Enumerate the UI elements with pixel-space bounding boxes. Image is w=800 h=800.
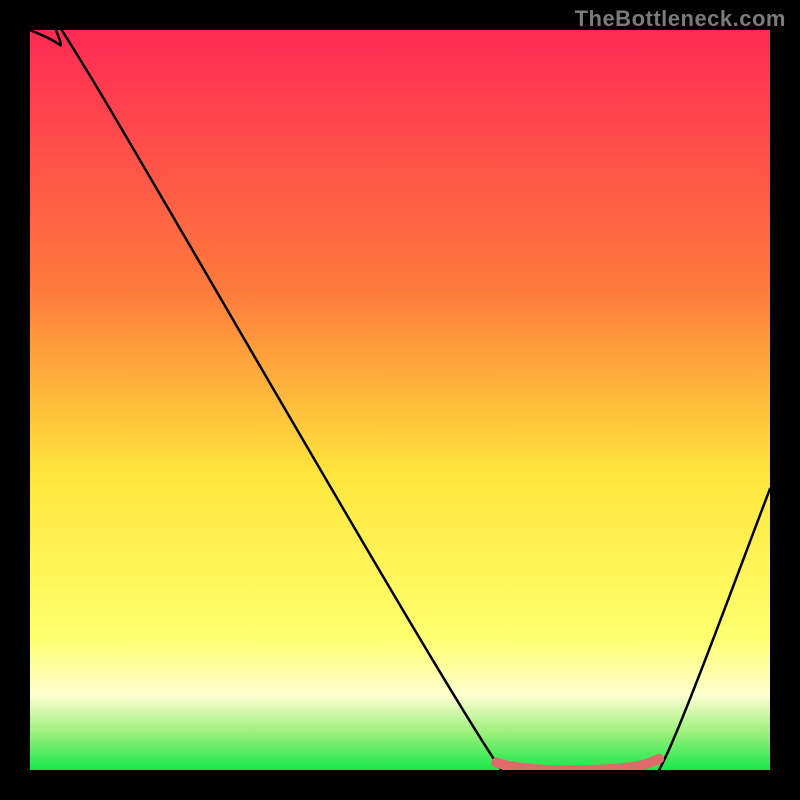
watermark-text: TheBottleneck.com (575, 6, 786, 32)
plot-area (30, 30, 770, 770)
curve-layer (30, 30, 770, 770)
chart-frame: TheBottleneck.com (0, 0, 800, 800)
bottleneck-curve (30, 30, 770, 770)
flat-highlight (496, 759, 659, 770)
